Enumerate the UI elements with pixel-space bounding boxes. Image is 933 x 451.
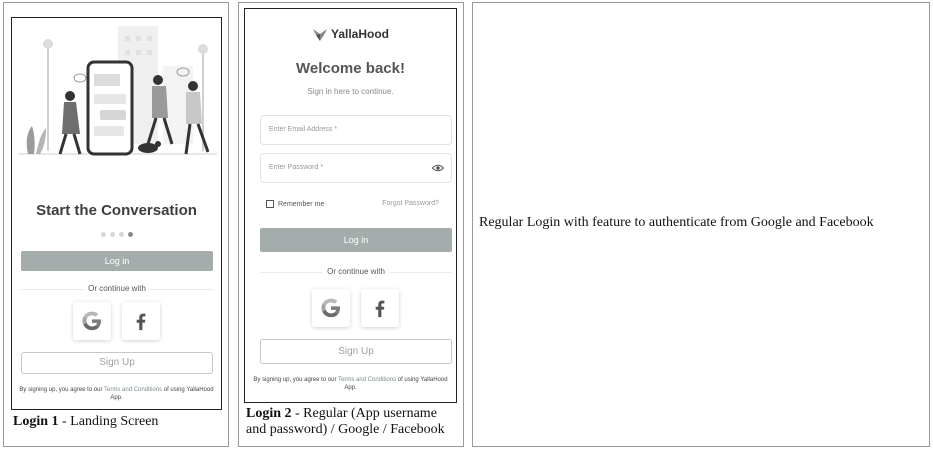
welcome-subtitle: Sign in here to continue. (307, 87, 394, 96)
terms-link[interactable]: Terms and Conditions (338, 377, 396, 383)
password-field[interactable]: Enter Password * (260, 153, 452, 183)
caption-login-2: Login 2 - Regular (App username and pass… (246, 406, 460, 438)
or-divider: Or continue with (21, 283, 213, 295)
carousel-dot-active[interactable] (127, 232, 133, 237)
remember-checkbox[interactable] (266, 200, 274, 208)
login-button[interactable]: Log in (21, 251, 213, 271)
password-placeholder: Enter Password * (269, 164, 324, 171)
table-cell-description: Regular Login with feature to authentica… (472, 2, 930, 447)
caption-bold: Login 1 (13, 414, 59, 429)
google-icon (82, 311, 101, 331)
or-continue-text: Or continue with (84, 283, 150, 295)
email-placeholder: Enter Email Address * (269, 126, 338, 133)
google-login-button[interactable] (73, 302, 111, 340)
caption-text: - Landing Screen (58, 414, 159, 429)
carousel-dot[interactable] (118, 232, 124, 237)
login-button[interactable]: Log in (260, 228, 452, 252)
landing-title: Start the Conversation (36, 202, 197, 219)
conversation-illustration (18, 26, 217, 156)
facebook-login-button[interactable] (122, 302, 160, 340)
forgot-password-link[interactable]: Forgot Password? (382, 200, 439, 207)
welcome-heading: Welcome back! (296, 60, 405, 77)
terms-prefix: By signing up, you agree to our (253, 377, 339, 383)
terms-notice: By signing up, you agree to our Terms an… (251, 376, 450, 392)
google-login-button[interactable] (312, 289, 350, 327)
terms-prefix: By signing up, you agree to our (19, 387, 105, 393)
caption-bold: Login 2 (246, 406, 292, 421)
carousel-dot[interactable] (109, 232, 115, 237)
facebook-icon (136, 313, 146, 331)
brand-name: YallaHood (330, 27, 389, 41)
login-screen-mockup: YallaHood Welcome back! Sign in here to … (244, 8, 457, 403)
or-continue-text: Or continue with (323, 266, 389, 278)
carousel-indicator (12, 232, 221, 237)
terms-notice: By signing up, you agree to our Terms an… (18, 386, 215, 402)
or-divider: Or continue with (260, 266, 452, 278)
feature-description: Regular Login with feature to authentica… (479, 215, 874, 230)
yallahood-logo-icon (312, 28, 327, 41)
remember-me[interactable]: Remember me (266, 200, 324, 208)
signup-button[interactable]: Sign Up (21, 352, 213, 374)
eye-icon[interactable] (432, 163, 444, 173)
google-icon (321, 298, 340, 318)
table-cell-login-2: YallaHood Welcome back! Sign in here to … (238, 2, 464, 447)
email-field[interactable]: Enter Email Address * (260, 115, 452, 145)
caption-login-1: Login 1 - Landing Screen (13, 414, 223, 430)
terms-link[interactable]: Terms and Conditions (104, 387, 162, 393)
facebook-icon (375, 300, 385, 318)
brand-logo: YallaHood (245, 27, 456, 42)
remember-label: Remember me (278, 200, 325, 208)
carousel-dot[interactable] (100, 232, 106, 237)
landing-screen-mockup: Start the Conversation Log in Or continu… (11, 17, 222, 410)
table-cell-login-1: Start the Conversation Log in Or continu… (3, 2, 229, 447)
signup-button[interactable]: Sign Up (260, 339, 452, 364)
facebook-login-button[interactable] (361, 289, 399, 327)
